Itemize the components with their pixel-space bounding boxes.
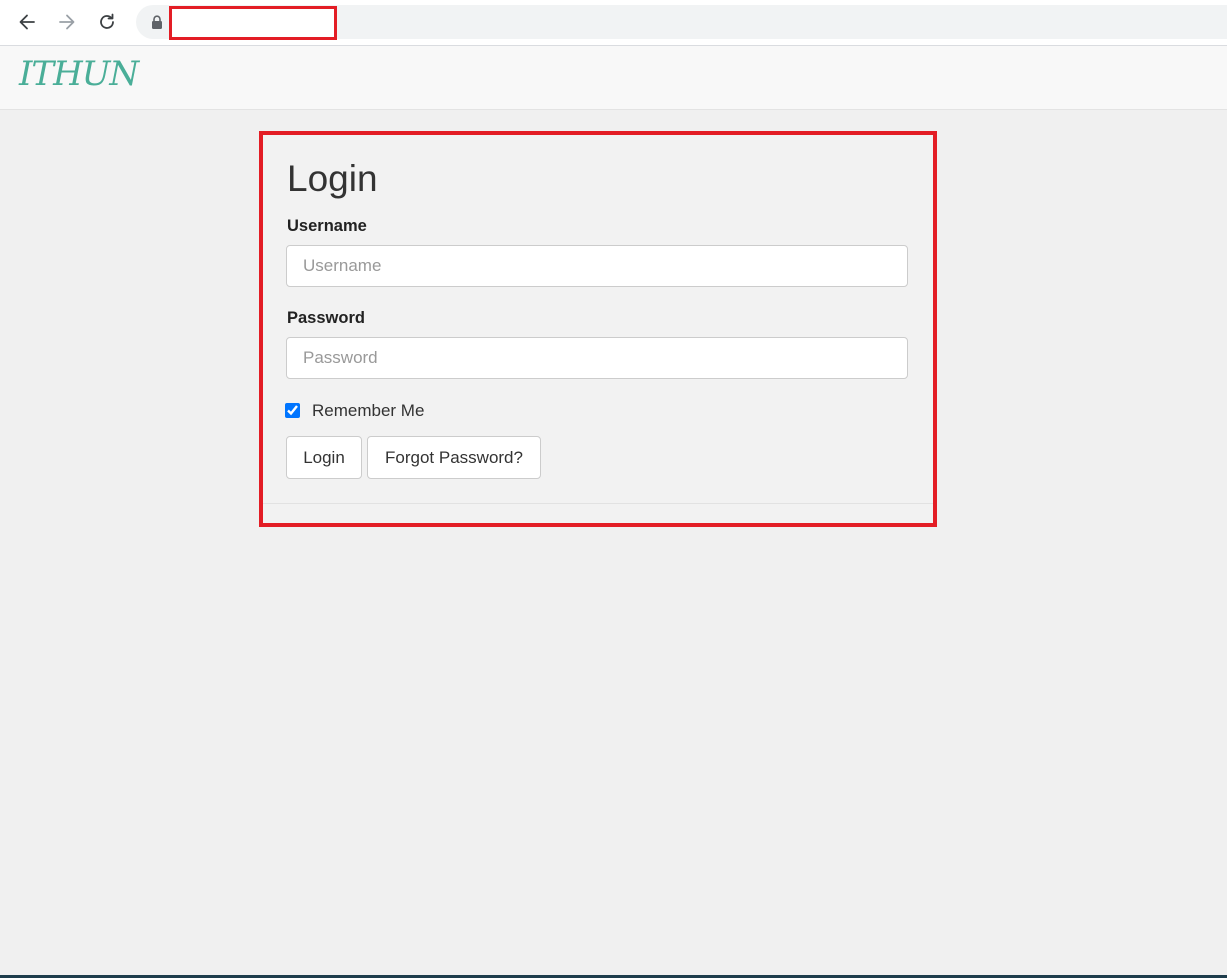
login-title: Login: [287, 158, 378, 199]
remember-me-checkbox[interactable]: [285, 403, 300, 418]
browser-toolbar: [0, 0, 1227, 46]
password-label: Password: [287, 309, 365, 327]
url-text[interactable]: [169, 6, 337, 40]
reload-button[interactable]: [97, 12, 117, 32]
back-button[interactable]: [17, 12, 37, 32]
username-input[interactable]: [286, 245, 908, 287]
remember-me-label[interactable]: Remember Me: [312, 400, 424, 422]
address-bar[interactable]: [136, 5, 1227, 40]
login-button[interactable]: Login: [286, 436, 362, 479]
panel-footer-divider: [263, 503, 933, 504]
arrow-left-icon: [19, 14, 35, 30]
reload-icon: [100, 13, 114, 29]
brand-logo[interactable]: ITHUN: [19, 50, 139, 98]
site-navbar: ITHUN: [0, 46, 1227, 110]
lock-icon: [152, 15, 162, 29]
forgot-password-button[interactable]: Forgot Password?: [367, 436, 541, 479]
password-input[interactable]: [286, 337, 908, 379]
username-label: Username: [287, 217, 367, 235]
forward-button[interactable]: [57, 12, 77, 32]
arrow-right-icon: [59, 14, 75, 30]
